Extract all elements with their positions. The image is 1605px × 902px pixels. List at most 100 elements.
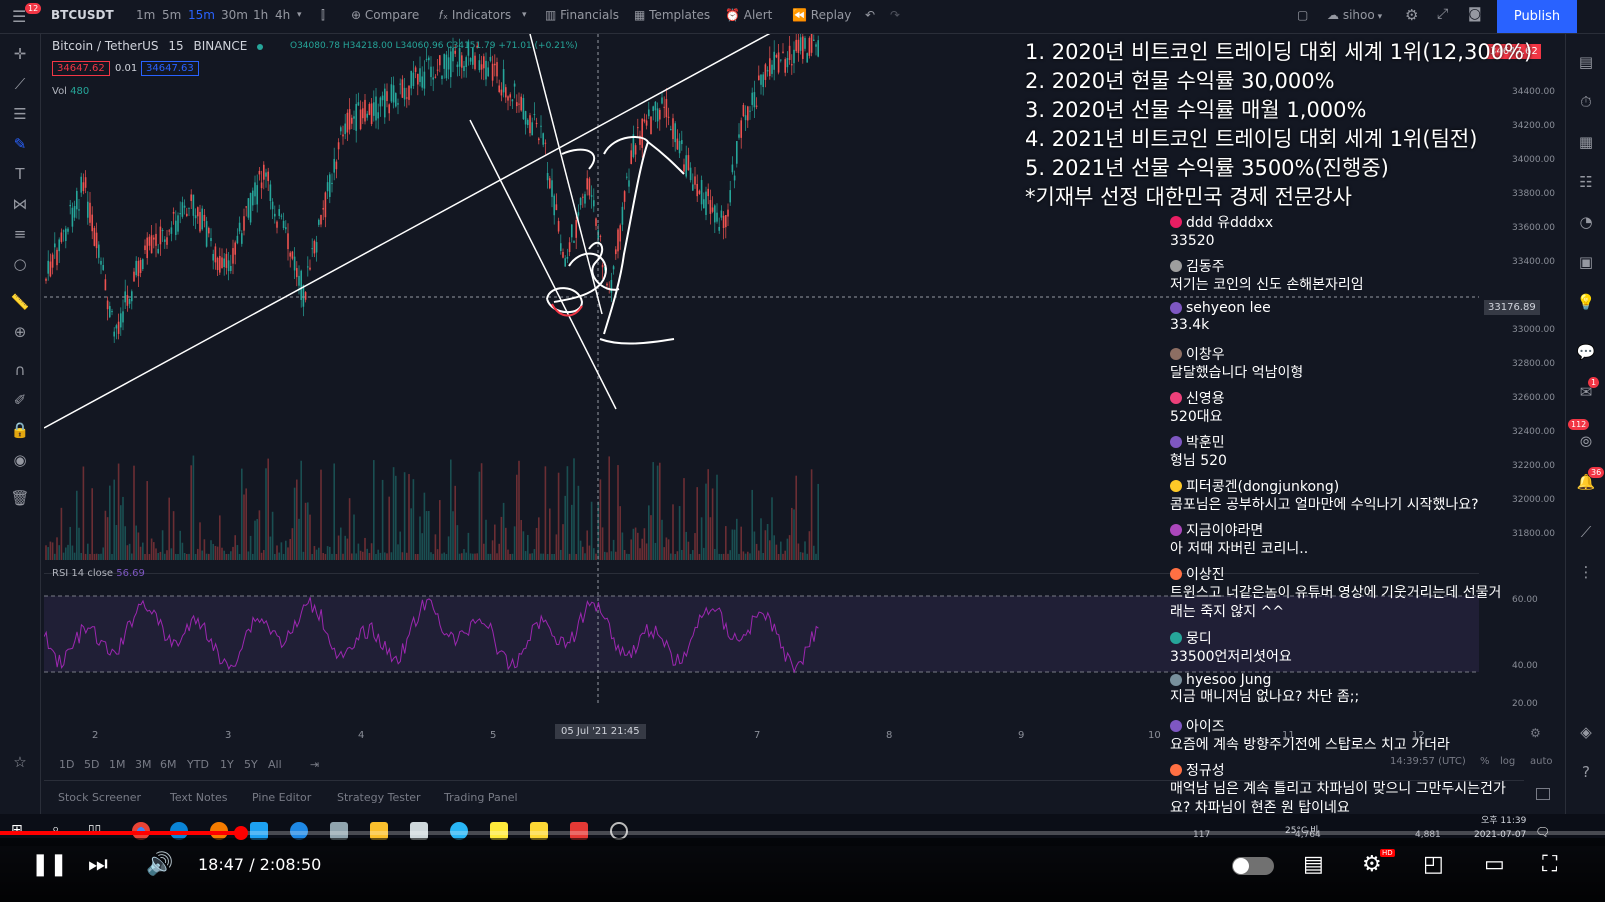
chat-author[interactable]: 김동주 [1170,256,1510,276]
expand-icon[interactable]: ⤢ [1437,6,1448,22]
data-window-icon[interactable]: ▦ [1576,132,1596,152]
ideas-icon[interactable]: ▣ [1576,252,1596,272]
hotlists-icon[interactable]: ☷ [1576,172,1596,192]
layers-icon[interactable]: ◈ [1576,722,1596,742]
interval-1h[interactable]: 1h [253,8,268,22]
symbol-search[interactable]: BTCUSDT [51,8,114,22]
tab-trading-panel[interactable]: Trading Panel [444,791,518,804]
interval-30m[interactable]: 30m [221,8,248,22]
zoom-in-icon[interactable]: ⊕ [10,322,30,342]
chevron-down-icon[interactable]: ▾ [297,10,302,20]
chat-author[interactable]: 뭉디 [1170,628,1510,648]
buy-price[interactable]: 34647.63 [141,61,199,76]
sell-price[interactable]: 34647.62 [52,61,110,76]
alert-button[interactable]: ⏰ Alert [725,8,772,22]
horizontal-lines-icon[interactable]: ☰ [10,104,30,124]
star-icon[interactable]: ☆ [10,752,30,772]
chat-author[interactable]: ddd 유dddxx [1170,212,1510,232]
ruler-icon[interactable]: 📏 [10,292,30,312]
help-icon[interactable]: ? [1576,762,1596,782]
miniplayer-icon[interactable]: ◰ [1423,852,1444,877]
chat-author[interactable]: 지금이야라면 [1170,520,1510,540]
streams-icon[interactable]: ⦾ [1576,432,1596,452]
undo-icon[interactable]: ↶ [865,8,875,22]
chat-author[interactable]: hyesoo Jung [1170,672,1510,688]
volume-icon[interactable]: 🔊 [146,852,173,877]
chat-author[interactable]: 피터콩겐(dongjunkong) [1170,476,1510,496]
goto-date-icon[interactable]: ⇥ [310,758,319,771]
candle-body [575,219,577,238]
trash-icon[interactable]: 🗑 [10,488,30,508]
crosshair-icon[interactable]: ✛ [10,44,30,64]
chat-author[interactable]: 정규성 [1170,760,1510,780]
freehand-brush-drawing[interactable] [546,136,685,345]
range-all[interactable]: All [268,758,282,771]
financials-button[interactable]: ▥ Financials [545,8,619,22]
range-1y[interactable]: 1Y [220,758,234,771]
subtitles-icon[interactable]: ▤ [1303,852,1324,877]
dom-icon[interactable]: ⋮ [1576,562,1596,582]
chat-author[interactable]: 신영용 [1170,388,1510,408]
range-5d[interactable]: 5D [84,758,99,771]
layout-button[interactable]: ☁ sihoo ▾ [1327,8,1382,22]
range-6m[interactable]: 6M [160,758,177,771]
axis-settings-icon[interactable]: ⚙ [1530,726,1541,740]
text-tool-icon[interactable]: T [10,164,30,184]
interval-5m[interactable]: 5m [162,8,181,22]
fib-icon[interactable]: ≡ [10,224,30,244]
pattern-icon[interactable]: ⋈ [10,194,30,214]
tab-text-notes[interactable]: Text Notes [170,791,228,804]
lightbulb-icon[interactable]: 💡 [1576,292,1596,312]
maximize-panel-icon[interactable] [1536,788,1550,800]
eye-icon[interactable]: ◉ [10,450,30,470]
range-ytd[interactable]: YTD [187,758,209,771]
range-1m[interactable]: 1M [109,758,126,771]
calendar-icon[interactable]: ◔ [1576,212,1596,232]
compare-button[interactable]: ⊕ Compare [351,8,419,22]
volume-bar [467,532,470,560]
trend-line-icon[interactable]: ⟋ [10,74,30,94]
candle-type-icon[interactable]: ⫿ [321,8,325,23]
settings-gear-icon[interactable]: ⚙ [1405,6,1418,24]
fullscreen-icon[interactable]: ⛶ [1542,852,1557,877]
lock-icon[interactable]: 🔒 [10,420,30,440]
tab-strategy-tester[interactable]: Strategy Tester [337,791,421,804]
chat-author[interactable]: 아이즈 [1170,716,1510,736]
theater-mode-icon[interactable]: ▭ [1484,852,1505,877]
pause-icon[interactable]: ❚❚ [31,852,68,877]
magnet-icon[interactable]: ∩ [10,360,30,380]
chevron-down-icon[interactable]: ▾ [522,10,527,20]
chat-author[interactable]: 이상진 [1170,564,1510,584]
autoplay-toggle[interactable] [1232,857,1274,875]
interval-1m[interactable]: 1m [136,8,155,22]
settings-gear-icon[interactable]: ⚙ [1362,852,1382,877]
video-scrubber-knob[interactable] [233,826,248,840]
chat-icon[interactable]: 💬 [1576,342,1596,362]
interval-15m[interactable]: 15m [188,8,215,22]
fullscreen-square-icon[interactable]: ▢ [1297,8,1308,22]
tab-stock-screener[interactable]: Stock Screener [58,791,141,804]
chat-author[interactable]: sehyeon lee [1170,300,1510,316]
redo-icon[interactable]: ↷ [890,8,900,22]
chat-author[interactable]: 박훈민 [1170,432,1510,452]
trend-line-drawing[interactable] [529,34,603,315]
brush-icon[interactable]: ✎ [10,134,30,154]
range-1d[interactable]: 1D [59,758,74,771]
scale-auto-toggle[interactable]: auto [1530,756,1553,767]
camera-icon[interactable]: ◙ [1468,6,1482,22]
publish-button[interactable]: Publish [1497,0,1577,33]
interval-4h[interactable]: 4h [275,8,290,22]
alerts-clock-icon[interactable]: ⏱ [1576,92,1596,112]
watchlist-icon[interactable]: ▤ [1576,52,1596,72]
stay-drawing-icon[interactable]: ✐ [10,390,30,410]
shape-circle-icon[interactable]: ○ [10,254,30,274]
indicators-button[interactable]: 𝑓ₓ Indicators [439,8,511,23]
templates-button[interactable]: ▦ Templates [634,8,710,22]
chat-author[interactable]: 이창우 [1170,344,1510,364]
range-3m[interactable]: 3M [135,758,152,771]
next-icon[interactable]: ⏭ [88,852,108,877]
tab-pine-editor[interactable]: Pine Editor [252,791,311,804]
order-panel-icon[interactable]: ⟋ [1576,522,1596,542]
range-5y[interactable]: 5Y [244,758,258,771]
replay-button[interactable]: ⏪ Replay [792,8,851,22]
